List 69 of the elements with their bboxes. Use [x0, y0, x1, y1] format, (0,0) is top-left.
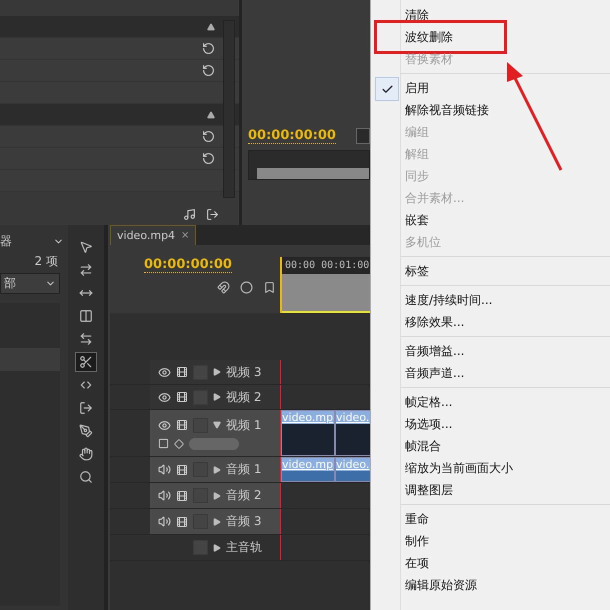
eye-icon[interactable] [158, 418, 171, 432]
ruler-label: 00:00 [285, 260, 316, 271]
bookmark-icon[interactable] [263, 281, 276, 294]
item-count: 2 项 [34, 253, 58, 270]
disclosure-icon[interactable] [213, 393, 221, 401]
reset-icon[interactable] [202, 64, 215, 77]
fit-button[interactable] [356, 128, 370, 144]
sequence-tab[interactable]: video.mp4 × [110, 225, 196, 245]
sync-lock-icon[interactable] [176, 366, 188, 378]
time-ruler[interactable]: 00:00 00:01:00 [280, 257, 372, 313]
scrollbar[interactable] [223, 20, 235, 198]
sync-lock-icon[interactable] [176, 516, 188, 528]
menu-item[interactable]: 在项 [371, 552, 610, 574]
sync-lock-icon[interactable] [176, 490, 188, 502]
display-style-icon[interactable] [158, 438, 169, 449]
menu-item[interactable]: 移除效果... [371, 311, 610, 333]
scissors-icon[interactable] [75, 352, 97, 372]
track-name: 视频 3 [226, 364, 262, 380]
track-name: 音频 3 [226, 513, 262, 530]
track-name: 视频 1 [226, 416, 262, 434]
filter-dropdown[interactable]: 部 [0, 273, 60, 294]
disclosure-icon[interactable] [213, 492, 221, 500]
menu-item[interactable]: 制作 [371, 530, 610, 552]
track-name: 音频 2 [226, 487, 262, 504]
menu-item[interactable]: 嵌套 [371, 209, 610, 231]
track-name: 主音轨 [226, 539, 262, 556]
ruler-label: 00:01:00 [321, 260, 370, 271]
eye-icon[interactable] [158, 366, 171, 378]
menu-item[interactable]: 速度/持续时间... [371, 289, 610, 311]
eye-icon[interactable] [158, 390, 171, 404]
speaker-icon[interactable] [158, 463, 171, 476]
menu-item[interactable]: 重命 [371, 508, 610, 530]
collapse-icon[interactable] [207, 110, 215, 118]
reset-icon[interactable] [202, 42, 215, 55]
keyframe-icon[interactable] [174, 438, 184, 448]
monitor-ruler[interactable] [248, 150, 370, 180]
sync-lock-icon[interactable] [176, 419, 188, 431]
reset-icon[interactable] [202, 130, 215, 143]
timecode: 00:00:00:00 [144, 257, 232, 273]
export-icon[interactable] [206, 208, 219, 220]
collapse-icon[interactable] [207, 22, 215, 30]
panel-tab[interactable]: 器 [0, 233, 12, 250]
menu-item[interactable]: 标签 [371, 260, 610, 282]
menu-item[interactable]: 音频增益... [371, 340, 610, 362]
sync-lock-icon[interactable] [176, 391, 188, 403]
speaker-icon[interactable] [158, 489, 171, 502]
disclosure-icon[interactable] [213, 368, 221, 376]
track-name: 音频 1 [226, 461, 262, 478]
menu-item[interactable]: 解除视音频链接 [371, 99, 610, 121]
menu-item[interactable]: 调整图层 [371, 479, 610, 501]
disclosure-icon[interactable] [213, 466, 221, 474]
menu-item[interactable]: 音频声道... [371, 362, 610, 384]
menu-item[interactable]: 清除 [371, 4, 610, 26]
menu-item[interactable]: 编辑原始资源 [371, 574, 610, 596]
menu-item[interactable]: 波纹删除 [371, 26, 610, 48]
disclosure-icon[interactable] [213, 421, 221, 429]
speaker-icon[interactable] [158, 515, 171, 528]
reset-icon[interactable] [202, 152, 215, 165]
audio-icon[interactable] [183, 208, 196, 220]
track-name: 视频 2 [226, 388, 262, 406]
sync-lock-icon[interactable] [176, 464, 188, 476]
close-icon[interactable]: × [181, 230, 190, 241]
menu-item[interactable]: 启用 [371, 77, 610, 99]
menu-item[interactable]: 帧定格... [371, 391, 610, 413]
timecode: 00:00:00:00 [248, 128, 336, 144]
marker-icon[interactable] [240, 281, 253, 294]
disclosure-icon[interactable] [213, 518, 221, 526]
snap-icon[interactable] [217, 281, 230, 294]
disclosure-icon[interactable] [213, 544, 221, 552]
